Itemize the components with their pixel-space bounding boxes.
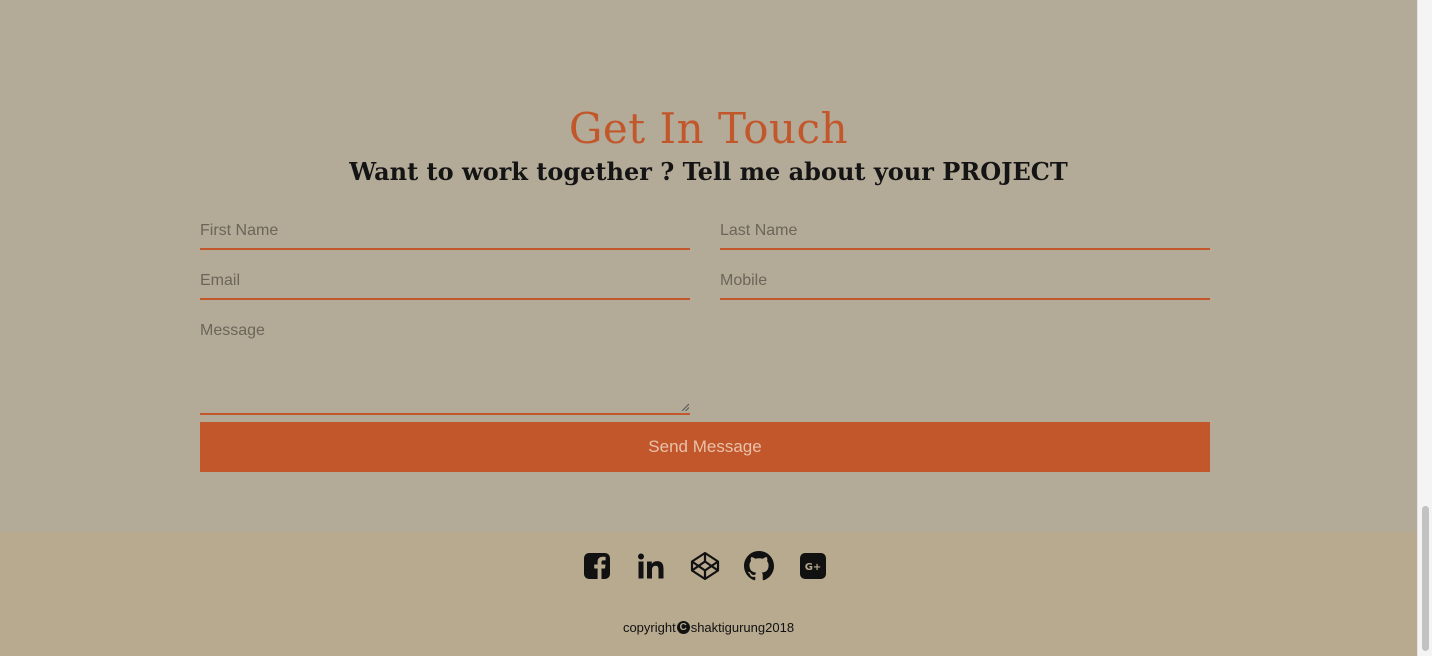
- copyright-icon: C: [676, 621, 690, 634]
- last-name-input[interactable]: Last Name: [720, 215, 1210, 250]
- copyright-text: copyright C shaktigurung2018: [0, 620, 1417, 635]
- email-input[interactable]: Email: [200, 265, 690, 300]
- send-message-label: Send Message: [648, 437, 762, 456]
- svg-text:G+: G+: [805, 562, 822, 573]
- copyright-prefix: copyright: [622, 620, 676, 635]
- github-icon[interactable]: [744, 551, 774, 581]
- codepen-icon[interactable]: [690, 551, 720, 581]
- first-name-placeholder: First Name: [200, 222, 279, 239]
- facebook-icon[interactable]: [582, 551, 612, 581]
- page-subtitle: Want to work together ? Tell me about yo…: [349, 157, 1068, 186]
- copyright-owner: shaktigurung2018: [690, 620, 795, 635]
- last-name-placeholder: Last Name: [720, 222, 798, 239]
- page: Get In Touch Want to work together ? Tel…: [0, 0, 1432, 656]
- send-message-button[interactable]: Send Message: [200, 422, 1210, 472]
- linkedin-icon[interactable]: [636, 551, 666, 581]
- page-title: Get In Touch: [568, 104, 849, 153]
- first-name-input[interactable]: First Name: [200, 215, 690, 250]
- mobile-input[interactable]: Mobile: [720, 265, 1210, 300]
- mobile-placeholder: Mobile: [720, 272, 768, 289]
- google-plus-icon[interactable]: G+: [798, 551, 828, 581]
- contact-section: Get In Touch Want to work together ? Tel…: [0, 0, 1417, 532]
- resize-handle-icon[interactable]: [681, 403, 689, 411]
- scrollbar[interactable]: [1417, 0, 1432, 656]
- social-links: G+: [582, 551, 828, 581]
- email-placeholder: Email: [200, 272, 241, 289]
- message-textarea[interactable]: Message: [200, 315, 690, 415]
- scrollbar-thumb[interactable]: [1422, 506, 1429, 651]
- message-placeholder: Message: [200, 322, 265, 339]
- footer: G+ copyright C shaktigurung2018: [0, 532, 1417, 656]
